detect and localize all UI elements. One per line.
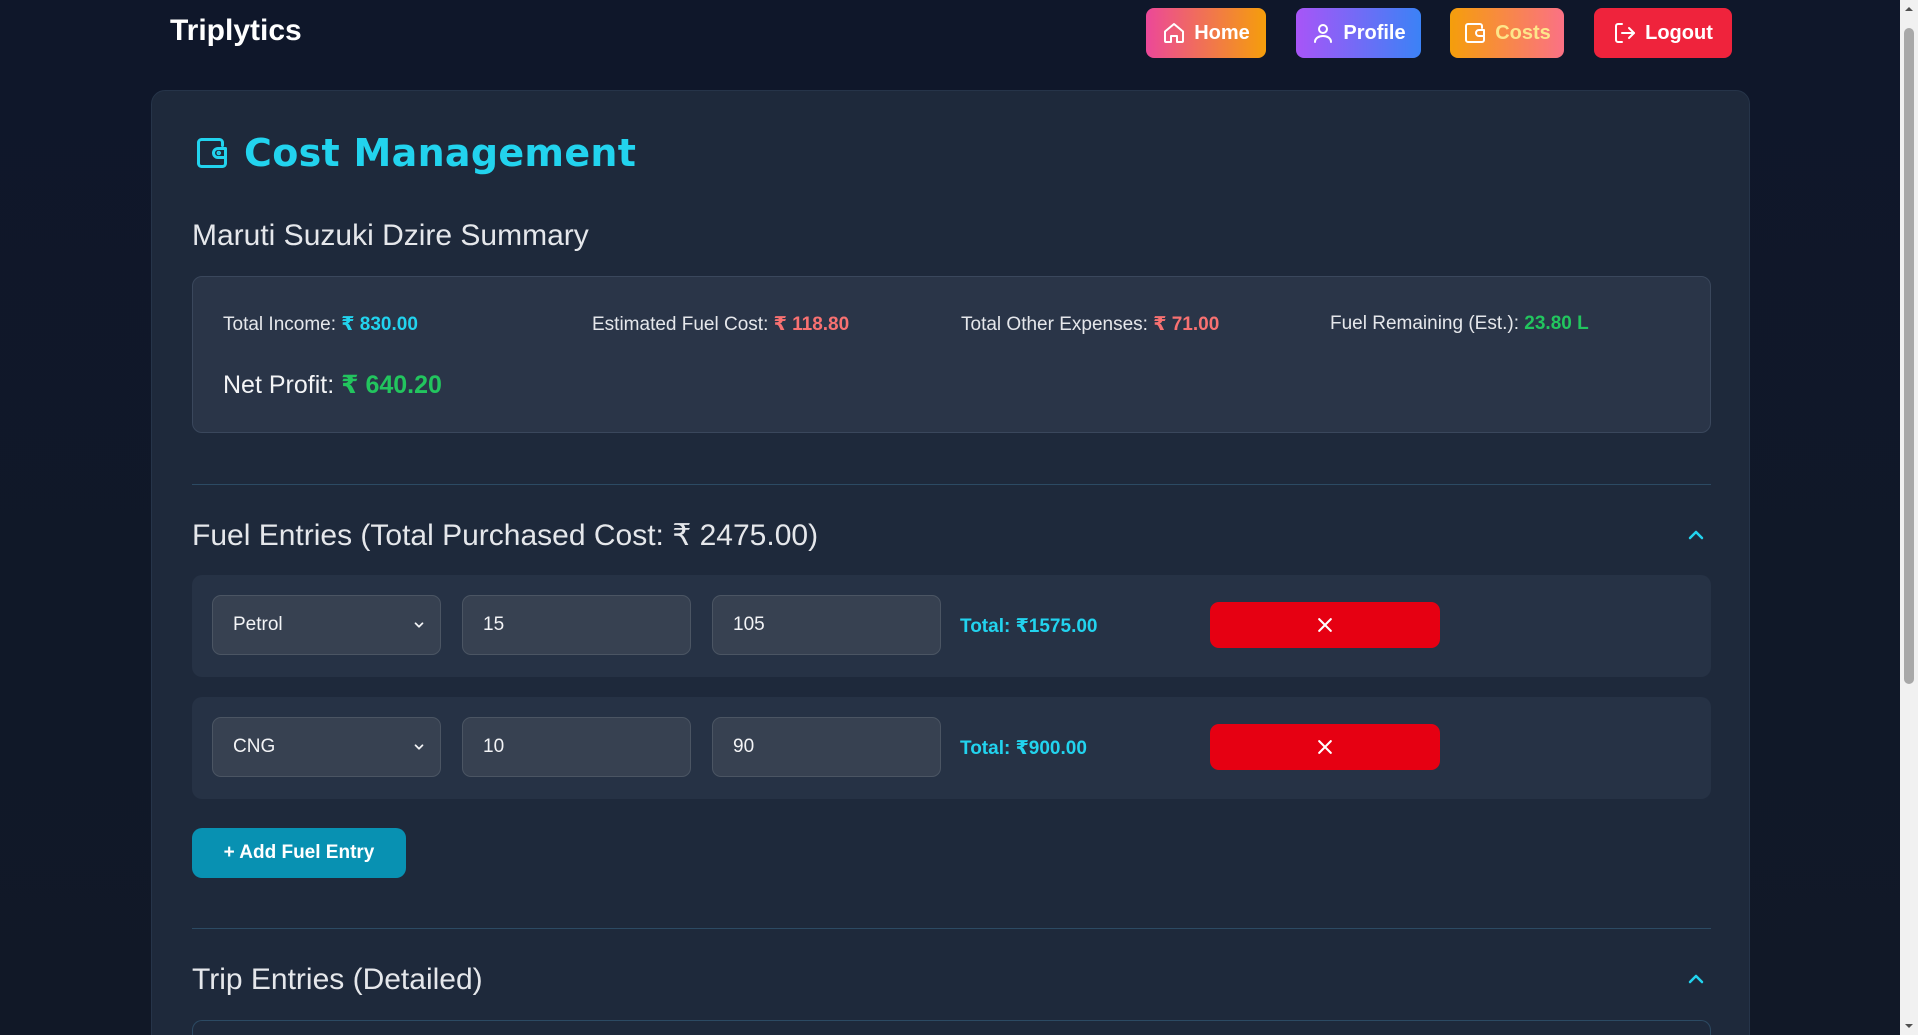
add-fuel-entry-button[interactable]: + Add Fuel Entry xyxy=(192,828,406,878)
fuel-price-input[interactable]: 90 xyxy=(712,717,941,777)
costs-button[interactable]: Costs xyxy=(1450,8,1564,58)
summary-heading: Maruti Suzuki Dzire Summary xyxy=(192,219,589,252)
fuel-entry-row: CNG 10 90 Total: ₹900.00 xyxy=(192,697,1711,799)
chevron-up-icon[interactable] xyxy=(1684,967,1708,991)
fuel-entries-heading: Fuel Entries (Total Purchased Cost: ₹ 24… xyxy=(192,519,819,552)
fuel-cost-value: ₹ 118.80 xyxy=(773,314,850,335)
total-income-value: ₹ 830.00 xyxy=(341,314,418,335)
other-expenses-stat: Total Other Expenses: ₹ 71.00 xyxy=(961,313,1219,336)
page-title-row: Cost Management xyxy=(194,131,636,175)
page-title: Cost Management xyxy=(244,131,637,175)
fuel-entry-total: Total: ₹1575.00 xyxy=(960,616,1098,637)
scroll-up-arrow-icon[interactable] xyxy=(1900,0,1918,18)
profile-button[interactable]: Profile xyxy=(1296,8,1421,58)
divider xyxy=(192,484,1711,485)
chevron-down-icon xyxy=(414,744,424,750)
scroll-down-arrow-icon[interactable] xyxy=(1900,1017,1918,1035)
net-profit-value: ₹ 640.20 xyxy=(341,371,442,399)
fuel-price-input[interactable]: 105 xyxy=(712,595,941,655)
close-icon xyxy=(1318,618,1332,632)
page: Triplytics Home Profile Costs Logout Cos… xyxy=(0,0,1918,1035)
cost-management-card: Cost Management Maruti Suzuki Dzire Summ… xyxy=(151,90,1750,1035)
fuel-remaining-value: 23.80 L xyxy=(1524,313,1589,334)
home-button[interactable]: Home xyxy=(1146,8,1266,58)
other-expenses-value: ₹ 71.00 xyxy=(1153,314,1220,335)
vertical-scrollbar[interactable] xyxy=(1900,0,1918,1035)
wallet-icon xyxy=(197,138,227,168)
net-profit-stat: Net Profit: ₹ 640.20 xyxy=(223,370,442,400)
fuel-type-value: CNG xyxy=(233,736,276,757)
delete-fuel-entry-button[interactable] xyxy=(1210,724,1440,770)
total-income-label: Total Income: xyxy=(223,314,336,335)
trip-entries-heading: Trip Entries (Detailed) xyxy=(192,963,483,996)
wallet-icon xyxy=(1465,23,1486,43)
fuel-entry-total: Total: ₹900.00 xyxy=(960,738,1087,759)
logout-button[interactable]: Logout xyxy=(1594,8,1732,58)
fuel-remaining-label: Fuel Remaining (Est.): xyxy=(1330,313,1520,334)
chevron-up-icon[interactable] xyxy=(1684,523,1708,547)
home-button-label: Home xyxy=(1194,21,1250,44)
fuel-remaining-stat: Fuel Remaining (Est.): 23.80 L xyxy=(1330,313,1589,335)
fuel-type-select[interactable]: Petrol xyxy=(212,595,441,655)
home-icon xyxy=(1164,23,1185,43)
fuel-quantity-input[interactable]: 15 xyxy=(462,595,691,655)
summary-box: Total Income: ₹ 830.00 Estimated Fuel Co… xyxy=(192,276,1711,433)
total-income-stat: Total Income: ₹ 830.00 xyxy=(223,313,418,336)
brand-logo[interactable]: Triplytics xyxy=(170,14,302,48)
fuel-cost-stat: Estimated Fuel Cost: ₹ 118.80 xyxy=(592,313,849,336)
user-icon xyxy=(1314,24,1333,43)
scrollbar-thumb[interactable] xyxy=(1904,28,1914,684)
close-icon xyxy=(1318,740,1332,754)
fuel-type-select[interactable]: CNG xyxy=(212,717,441,777)
logout-button-label: Logout xyxy=(1645,21,1713,44)
chevron-down-icon xyxy=(414,622,424,628)
fuel-entry-row: Petrol 15 105 Total: ₹1575.00 xyxy=(192,575,1711,677)
other-expenses-label: Total Other Expenses: xyxy=(961,314,1148,335)
logout-icon xyxy=(1615,23,1636,43)
profile-button-label: Profile xyxy=(1343,21,1406,44)
fuel-type-value: Petrol xyxy=(233,614,283,635)
fuel-cost-label: Estimated Fuel Cost: xyxy=(592,314,769,335)
trip-entries-box xyxy=(192,1020,1711,1035)
costs-button-label: Costs xyxy=(1495,21,1551,44)
delete-fuel-entry-button[interactable] xyxy=(1210,602,1440,648)
divider xyxy=(192,928,1711,929)
navbar: Triplytics Home Profile Costs Logout xyxy=(0,0,1900,70)
fuel-quantity-input[interactable]: 10 xyxy=(462,717,691,777)
net-profit-label: Net Profit: xyxy=(223,371,335,399)
